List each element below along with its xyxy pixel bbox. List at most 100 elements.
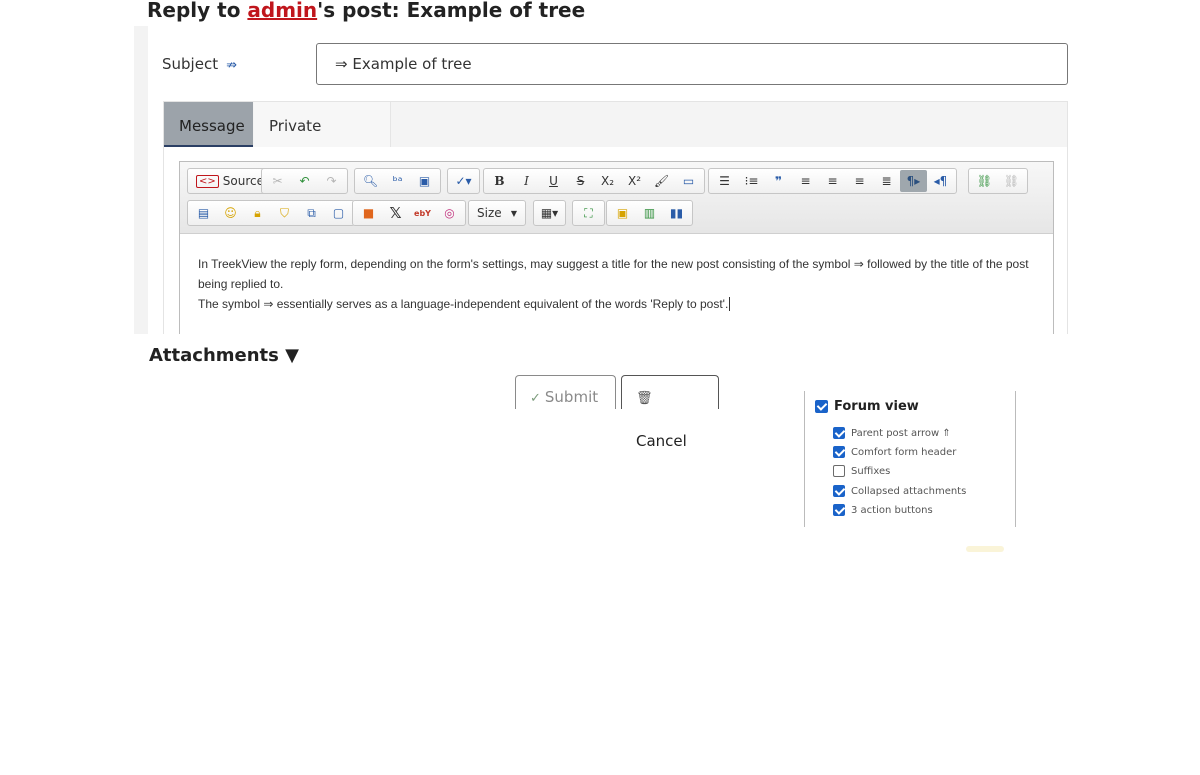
rich-text-editor: <>Source ✂ ↶ ↷ 🔍︎ ᵇᵃ ▣ ✓▾ B I U S X₂ X² (179, 161, 1054, 334)
forum-view-label: Forum view (834, 399, 919, 414)
reply-arrow-icon[interactable]: ⇏ (226, 58, 237, 73)
checkbox-icon[interactable] (833, 504, 845, 516)
option-label: Suffixes (851, 465, 891, 477)
attachments-toggle[interactable]: Attachments ▼ (149, 345, 299, 366)
redo-icon[interactable]: ↷ (318, 170, 345, 192)
option-3-action-buttons[interactable]: 3 action buttons (833, 504, 933, 516)
source-button[interactable]: <> Source (190, 170, 270, 192)
subject-input[interactable] (316, 43, 1068, 85)
toolbar-group-find: 🔍︎ ᵇᵃ ▣ (354, 168, 441, 194)
unlink-icon[interactable]: ⛓ (998, 170, 1025, 192)
editor-paragraph-1: In TreekView the reply form, depending o… (198, 257, 1029, 291)
copy-format-icon[interactable]: ▭ (675, 170, 702, 192)
tab-message[interactable]: Message (164, 102, 253, 148)
superscript-icon[interactable]: X² (621, 170, 648, 192)
toolbar-group-clipboard: ✂ ↶ ↷ (261, 168, 348, 194)
replace-icon[interactable]: ᵇᵃ (384, 170, 411, 192)
select-all-icon[interactable]: ▣ (411, 170, 438, 192)
smiley-icon[interactable]: ☺ (217, 202, 244, 224)
text-cursor (728, 297, 731, 311)
iframe-icon[interactable]: ▢ (325, 202, 352, 224)
numbered-list-icon[interactable]: ☰ (711, 170, 738, 192)
message-tabs: Message Private message (163, 101, 1068, 183)
soundcloud-icon[interactable]: ■ (355, 202, 382, 224)
checkbox-icon[interactable] (833, 485, 845, 497)
remove-format-icon[interactable]: 🖌︎ (648, 170, 675, 192)
size-label: Size (477, 206, 502, 220)
source-icon: <> (196, 174, 219, 188)
option-collapsed-attachments[interactable]: Collapsed attachments (833, 485, 966, 497)
trash-icon: 🗑︎ (636, 391, 653, 406)
embed-icon[interactable]: ⧉ (298, 202, 325, 224)
justify-icon[interactable]: ≣ (873, 170, 900, 192)
subject-label-text: Subject (162, 55, 219, 73)
link-icon[interactable]: ⛓ (971, 170, 998, 192)
toolbar-group-size: Size ▼ (468, 200, 526, 226)
checkbox-icon[interactable] (833, 446, 845, 458)
rtl-icon[interactable]: ◂¶ (927, 170, 954, 192)
underline-icon[interactable]: U (540, 170, 567, 192)
shield-icon[interactable]: ⛉ (271, 202, 298, 224)
instagram-icon[interactable]: ◎ (436, 202, 463, 224)
tab-private-message[interactable]: Private message (254, 102, 391, 183)
find-icon[interactable]: 🔍︎ (357, 170, 384, 192)
faint-highlight (966, 546, 1004, 552)
toolbar-group-view: ⛶ (572, 200, 605, 226)
ebay-icon[interactable]: ebY (409, 202, 436, 224)
toolbar-group-paragraph: ☰ ⁝≡ ❞ ≡ ≡ ≡ ≣ ¶▸ ◂¶ (708, 168, 957, 194)
x-icon[interactable]: 𝕏 (382, 202, 409, 224)
option-label: Parent post arrow ⇑ (851, 427, 951, 439)
blockquote-icon[interactable]: ❞ (765, 170, 792, 192)
italic-icon[interactable]: I (513, 170, 540, 192)
checkbox-icon[interactable] (833, 465, 845, 477)
show-blocks-icon[interactable]: ▣ (609, 202, 636, 224)
table-icon[interactable]: ▦▾ (536, 202, 563, 224)
image-icon[interactable]: ▤ (190, 202, 217, 224)
option-label: Comfort form header (851, 446, 957, 458)
toolbar-group-basic: B I U S X₂ X² 🖌︎ ▭ (483, 168, 705, 194)
undo-icon[interactable]: ↶ (291, 170, 318, 192)
align-center-icon[interactable]: ≡ (819, 170, 846, 192)
subject-label: Subject ⇏ (162, 55, 237, 73)
page-title: Reply to admin's post: Example of tree (147, 0, 585, 22)
source-label: Source (222, 174, 264, 188)
toolbar-group-social: ■ 𝕏 ebY ◎ (352, 200, 466, 226)
lock-icon[interactable]: 🔒︎ (244, 202, 271, 224)
bulleted-list-icon[interactable]: ⁝≡ (738, 170, 765, 192)
forum-view-settings: Forum view Parent post arrow ⇑ Comfort f… (804, 391, 1016, 527)
ltr-icon[interactable]: ¶▸ (900, 170, 927, 192)
cancel-button[interactable]: 🗑︎ Cancel (621, 375, 719, 450)
checkbox-icon[interactable] (833, 427, 845, 439)
size-dropdown[interactable]: Size ▼ (471, 202, 523, 224)
option-label: Collapsed attachments (851, 485, 967, 497)
spellcheck-icon[interactable]: ✓▾ (450, 170, 477, 192)
toolbar-group-insert: ▤ ☺ 🔒︎ ⛉ ⧉ ▢ (187, 200, 355, 226)
media-icon[interactable]: ▥ (636, 202, 663, 224)
align-left-icon[interactable]: ≡ (792, 170, 819, 192)
author-link[interactable]: admin (247, 0, 317, 22)
chart-icon[interactable]: ▮▮ (663, 202, 690, 224)
chevron-down-icon: ▼ (510, 208, 517, 218)
page-title-prefix: Reply to (147, 0, 248, 22)
editor-content[interactable]: In TreekView the reply form, depending o… (198, 254, 1038, 314)
maximize-icon[interactable]: ⛶ (575, 202, 602, 224)
editor-container: <>Source ✂ ↶ ↷ 🔍︎ ᵇᵃ ▣ ✓▾ B I U S X₂ X² (163, 147, 1068, 334)
forum-view-checkbox[interactable]: Forum view (815, 399, 919, 414)
cut-icon[interactable]: ✂ (264, 170, 291, 192)
option-suffixes[interactable]: Suffixes (833, 465, 890, 477)
submit-button[interactable]: ✓ Submit (515, 375, 616, 409)
checkbox-icon[interactable] (815, 400, 828, 413)
toolbar-group-table: ▦▾ (533, 200, 566, 226)
toolbar-group-media: ▣ ▥ ▮▮ (606, 200, 693, 226)
strike-icon[interactable]: S (567, 170, 594, 192)
editor-paragraph-2-text: The symbol ⇒ essentially serves as a lan… (198, 297, 729, 311)
editor-toolbar: <>Source ✂ ↶ ↷ 🔍︎ ᵇᵃ ▣ ✓▾ B I U S X₂ X² (180, 162, 1053, 234)
submit-label: Submit (544, 388, 599, 406)
toolbar-group-spell: ✓▾ (447, 168, 480, 194)
bold-icon[interactable]: B (486, 170, 513, 192)
option-parent-post-arrow[interactable]: Parent post arrow ⇑ (833, 427, 951, 439)
editor-paragraph-2: The symbol ⇒ essentially serves as a lan… (198, 294, 1038, 314)
option-comfort-form-header[interactable]: Comfort form header (833, 446, 956, 458)
subscript-icon[interactable]: X₂ (594, 170, 621, 192)
align-right-icon[interactable]: ≡ (846, 170, 873, 192)
